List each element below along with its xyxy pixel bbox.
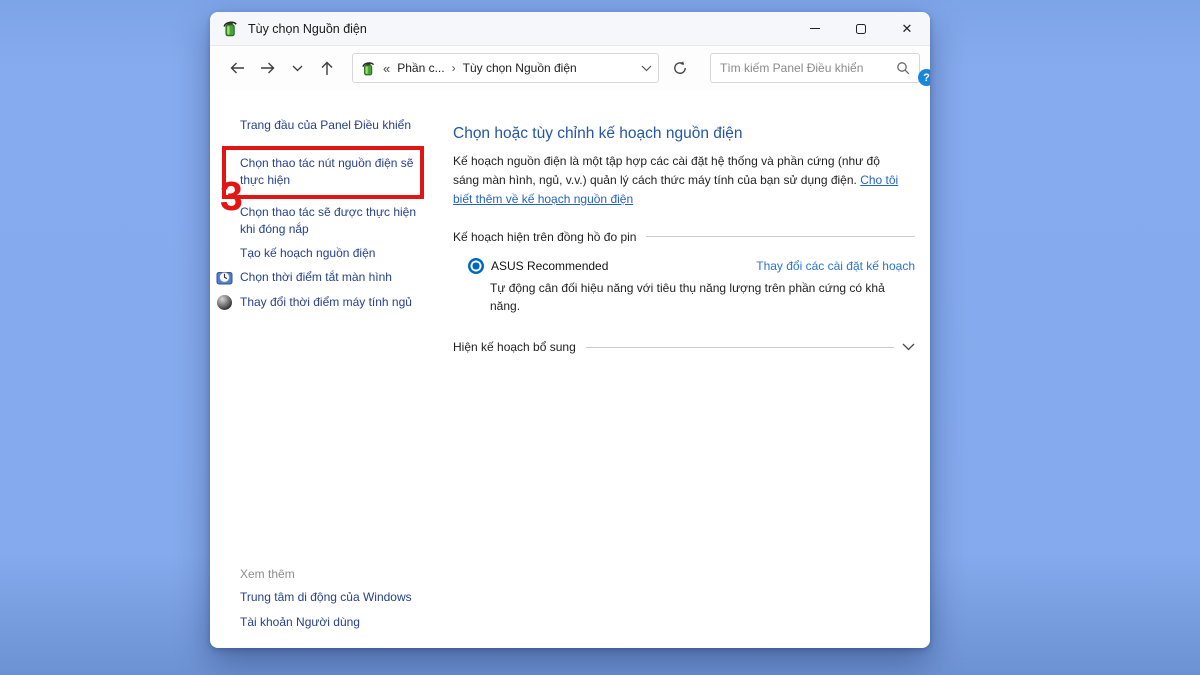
address-dropdown-button[interactable] <box>641 59 652 77</box>
sidebar-item-label: Thay đổi thời điểm máy tính ngủ <box>240 295 412 309</box>
address-bar[interactable]: « Phần c... › Tùy chọn Nguồn điện <box>352 53 659 83</box>
chevron-down-icon <box>902 343 915 351</box>
expand-additional-plans-button[interactable] <box>902 343 915 351</box>
minimize-button[interactable] <box>792 12 838 45</box>
sidebar-item-create-power-plan[interactable]: Tạo kế hoạch nguồn điện <box>240 245 418 262</box>
refresh-button[interactable] <box>667 54 693 82</box>
battery-meter-plans-header: Kế hoạch hiện trên đồng hồ đo pin <box>453 230 636 244</box>
intro-text: Kế hoạch nguồn điện là một tập hợp các c… <box>453 154 880 187</box>
window-controls: ✕ <box>792 12 930 45</box>
plan-name: ASUS Recommended <box>491 259 608 273</box>
sidebar-link-user-accounts[interactable]: Tài khoản Người dùng <box>240 614 425 631</box>
up-button[interactable] <box>312 53 342 83</box>
sidebar-item-change-sleep-time[interactable]: Thay đổi thời điểm máy tính ngủ <box>240 294 418 311</box>
change-plan-settings-link[interactable]: Thay đổi các cài đặt kế hoạch <box>756 259 915 273</box>
search-icon[interactable] <box>896 61 910 75</box>
sidebar-item-turn-off-display[interactable]: Chọn thời điểm tắt màn hình <box>240 269 418 286</box>
intro-paragraph: Kế hoạch nguồn điện là một tập hợp các c… <box>453 152 905 209</box>
up-arrow-icon <box>319 60 335 77</box>
annotation-step-number: 3 <box>220 176 243 217</box>
help-button[interactable]: ? <box>918 69 930 86</box>
address-power-icon <box>361 61 376 76</box>
additional-plans-section[interactable]: Hiện kế hoạch bổ sung <box>453 340 915 354</box>
back-icon <box>229 60 246 76</box>
sidebar: Trang đầu của Panel Điều khiển Chọn thao… <box>210 90 443 648</box>
sidebar-link-mobility-center[interactable]: Trung tâm di động của Windows <box>240 589 425 606</box>
maximize-button[interactable] <box>838 12 884 45</box>
window-body: 3 Trang đầu của Panel Điều khiển Chọn th… <box>210 90 930 648</box>
chevron-down-icon <box>292 65 303 72</box>
power-options-app-icon <box>222 20 239 37</box>
sidebar-home-link[interactable]: Trang đầu của Panel Điều khiển <box>240 117 443 134</box>
battery-meter-plans-section: Kế hoạch hiện trên đồng hồ đo pin <box>453 230 915 244</box>
breadcrumb-separator-icon: › <box>452 61 456 75</box>
refresh-icon <box>672 60 688 76</box>
section-divider <box>646 236 915 237</box>
breadcrumb-overflow-icon[interactable]: « <box>383 61 390 76</box>
sleep-sphere-icon <box>216 294 233 311</box>
recent-pages-button[interactable] <box>282 53 312 83</box>
section-divider <box>586 347 894 348</box>
window-title: Tùy chọn Nguồn điện <box>248 22 367 36</box>
minimize-icon <box>810 28 820 29</box>
search-input[interactable] <box>720 61 896 75</box>
power-options-window: Tùy chọn Nguồn điện ✕ <box>210 12 930 648</box>
close-icon: ✕ <box>902 22 913 35</box>
main-content: ? Chọn hoặc tùy chỉnh kế hoạch nguồn điệ… <box>443 90 930 648</box>
annotation-highlight-box: Chọn thao tác nút nguồn điện sẽ thực hiệ… <box>222 146 424 199</box>
title-bar: Tùy chọn Nguồn điện ✕ <box>210 12 930 46</box>
forward-icon <box>259 60 276 76</box>
maximize-icon <box>856 24 866 34</box>
page-title: Chọn hoặc tùy chỉnh kế hoạch nguồn điện <box>453 125 915 143</box>
chevron-down-icon <box>641 65 652 72</box>
forward-button[interactable] <box>252 53 282 83</box>
see-also-section: Xem thêm Trung tâm di động của Windows T… <box>240 567 425 631</box>
back-button[interactable] <box>222 53 252 83</box>
navigation-bar: « Phần c... › Tùy chọn Nguồn điện <box>210 46 930 90</box>
additional-plans-header: Hiện kế hoạch bổ sung <box>453 340 576 354</box>
plan-description: Tự động cân đối hiệu năng với tiêu thụ n… <box>453 279 913 316</box>
search-box <box>710 53 920 83</box>
see-also-header: Xem thêm <box>240 567 425 581</box>
display-clock-icon <box>216 269 233 286</box>
close-button[interactable]: ✕ <box>884 12 930 45</box>
breadcrumb-current[interactable]: Tùy chọn Nguồn điện <box>463 61 577 75</box>
sidebar-item-lid-close-action[interactable]: Chọn thao tác sẽ được thực hiện khi đóng… <box>240 204 418 238</box>
plan-radio-selected[interactable] <box>468 258 484 274</box>
sidebar-item-label: Chọn thời điểm tắt màn hình <box>240 270 392 284</box>
breadcrumb-parent[interactable]: Phần c... <box>397 61 444 75</box>
power-plan-row: ASUS Recommended Thay đổi các cài đặt kế… <box>453 258 915 274</box>
sidebar-item-power-button-action[interactable]: Chọn thao tác nút nguồn điện sẽ thực hiệ… <box>240 155 424 189</box>
